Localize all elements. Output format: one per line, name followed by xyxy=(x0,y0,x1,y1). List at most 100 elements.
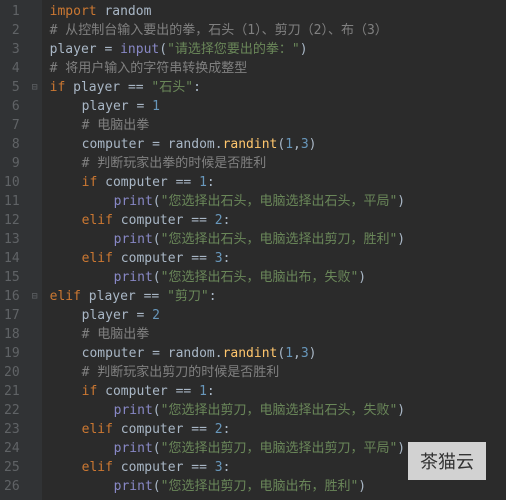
operator: == xyxy=(191,251,207,266)
paren: ( xyxy=(277,346,285,361)
code-line[interactable]: player = input("请选择您要出的拳：") xyxy=(50,40,506,59)
code-line[interactable]: if computer == 1: xyxy=(50,382,506,401)
paren: ) xyxy=(358,479,366,494)
space xyxy=(112,42,120,57)
code-line[interactable]: elif player == "剪刀": xyxy=(50,287,506,306)
builtin: print xyxy=(114,232,153,247)
identifier: computer xyxy=(121,251,184,266)
code-line[interactable]: elif computer == 2: xyxy=(50,420,506,439)
code-line[interactable]: elif computer == 2: xyxy=(50,211,506,230)
comment: # 电脑出拳 xyxy=(82,118,150,133)
colon: : xyxy=(223,460,231,475)
comma: , xyxy=(293,346,301,361)
space xyxy=(207,422,215,437)
line-number: 19 xyxy=(4,344,20,363)
number: 3 xyxy=(301,137,309,152)
function: randint xyxy=(223,346,278,361)
paren: ) xyxy=(397,194,405,209)
fold-collapse-icon[interactable]: ⊟ xyxy=(28,287,42,306)
code-line[interactable]: player = 1 xyxy=(50,97,506,116)
operator: == xyxy=(191,213,207,228)
operator: = xyxy=(152,137,160,152)
comma: , xyxy=(293,137,301,152)
operator: == xyxy=(128,80,144,95)
code-line[interactable]: # 判断玩家出拳的时候是否胜利 xyxy=(50,154,506,173)
code-line[interactable]: if computer == 1: xyxy=(50,173,506,192)
fold-collapse-icon[interactable]: ⊟ xyxy=(28,78,42,97)
code-line[interactable]: player = 2 xyxy=(50,306,506,325)
paren: ( xyxy=(153,403,161,418)
code-line[interactable]: computer = random.randint(1,3) xyxy=(50,135,506,154)
code-line[interactable]: print("您选择出剪刀，电脑选择出石头，失败") xyxy=(50,401,506,420)
space xyxy=(159,289,167,304)
builtin: print xyxy=(114,479,153,494)
code-line[interactable]: elif computer == 3: xyxy=(50,249,506,268)
builtin: print xyxy=(114,403,153,418)
fold-spacer xyxy=(28,268,42,287)
fold-spacer xyxy=(28,363,42,382)
fold-spacer xyxy=(28,249,42,268)
line-number: 18 xyxy=(4,325,20,344)
line-number: 21 xyxy=(4,382,20,401)
paren: ( xyxy=(153,270,161,285)
code-area[interactable]: import random # 从控制台输入要出的拳，石头（1）、剪刀（2）、布… xyxy=(42,0,506,500)
fold-spacer xyxy=(28,306,42,325)
line-number: 11 xyxy=(4,192,20,211)
string: "您选择出石头，电脑出布，失败" xyxy=(161,270,359,285)
operator: = xyxy=(152,346,160,361)
space xyxy=(160,137,168,152)
identifier: player xyxy=(82,99,129,114)
paren: ) xyxy=(397,232,405,247)
fold-spacer xyxy=(28,439,42,458)
code-line[interactable]: # 将用户输入的字符串转换成整型 xyxy=(50,59,506,78)
space xyxy=(191,175,199,190)
code-line[interactable]: computer = random.randint(1,3) xyxy=(50,344,506,363)
line-number: 17 xyxy=(4,306,20,325)
fold-spacer xyxy=(28,458,42,477)
code-line[interactable]: print("您选择出石头，电脑出布，失败") xyxy=(50,268,506,287)
fold-spacer xyxy=(28,59,42,78)
colon: : xyxy=(223,251,231,266)
code-line[interactable]: import random xyxy=(50,2,506,21)
module: random xyxy=(168,346,215,361)
number: 2 xyxy=(152,308,160,323)
space xyxy=(113,460,121,475)
builtin: input xyxy=(120,42,159,57)
code-line[interactable]: # 从控制台输入要出的拳，石头（1）、剪刀（2）、布（3） xyxy=(50,21,506,40)
fold-spacer xyxy=(28,173,42,192)
operator: == xyxy=(144,289,160,304)
line-number: 13 xyxy=(4,230,20,249)
line-number: 22 xyxy=(4,401,20,420)
identifier: computer xyxy=(105,175,168,190)
space xyxy=(97,384,105,399)
code-line[interactable]: print("您选择出石头，电脑选择出剪刀，胜利") xyxy=(50,230,506,249)
space xyxy=(120,80,128,95)
code-line[interactable]: # 电脑出拳 xyxy=(50,325,506,344)
space xyxy=(207,460,215,475)
code-line[interactable]: # 电脑出拳 xyxy=(50,116,506,135)
space xyxy=(97,175,105,190)
fold-gutter: ⊟ ⊟ xyxy=(28,0,42,500)
code-line[interactable]: # 判断玩家出剪刀的时候是否胜利 xyxy=(50,363,506,382)
line-number: 10 xyxy=(4,173,20,192)
string: "请选择您要出的拳：" xyxy=(167,42,300,57)
line-number: 9 xyxy=(4,154,20,173)
space xyxy=(113,213,121,228)
number: 1 xyxy=(199,175,207,190)
code-line[interactable]: if player == "石头": xyxy=(50,78,506,97)
number: 3 xyxy=(215,251,223,266)
identifier: computer xyxy=(121,213,184,228)
line-number: 12 xyxy=(4,211,20,230)
paren: ) xyxy=(309,137,317,152)
dot: . xyxy=(215,346,223,361)
fold-spacer xyxy=(28,97,42,116)
fold-spacer xyxy=(28,116,42,135)
fold-spacer xyxy=(28,382,42,401)
comment: # 从控制台输入要出的拳，石头（1）、剪刀（2）、布（3） xyxy=(50,23,388,38)
watermark: 茶猫云 xyxy=(408,442,486,480)
builtin: print xyxy=(114,270,153,285)
fold-spacer xyxy=(28,2,42,21)
code-line[interactable]: print("您选择出石头，电脑选择出石头，平局") xyxy=(50,192,506,211)
space xyxy=(144,308,152,323)
code-editor[interactable]: 1 2 3 4 5 6 7 8 9 10 11 12 13 14 15 16 1… xyxy=(0,0,506,500)
